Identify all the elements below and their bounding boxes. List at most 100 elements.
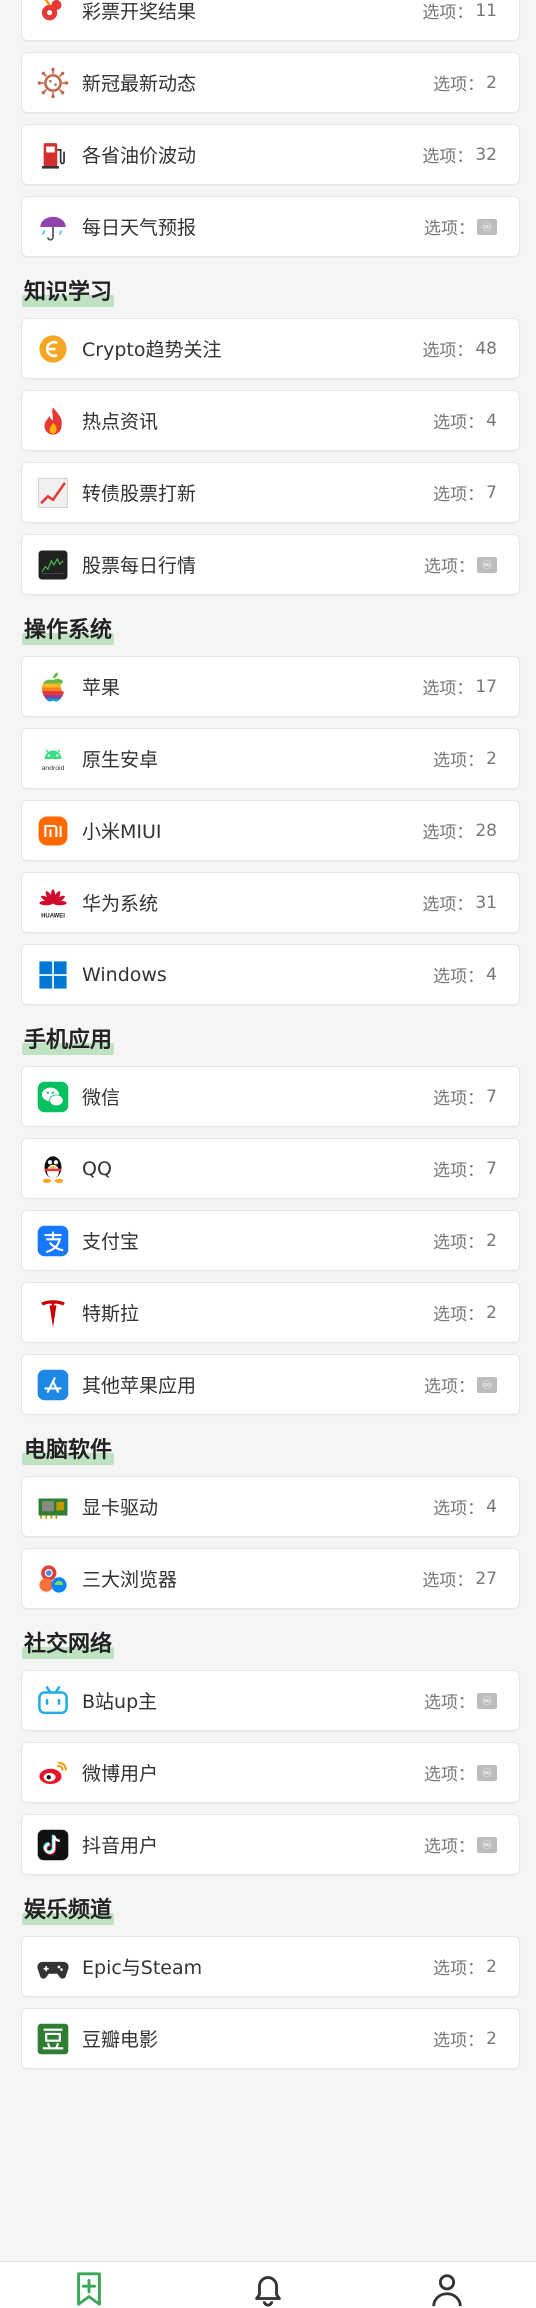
list-item[interactable]: 其他苹果应用 选项： ♾ bbox=[21, 1354, 520, 1415]
option-prefix: 选项： bbox=[433, 1305, 485, 1325]
option-prefix: 选项： bbox=[433, 751, 485, 771]
list-item[interactable]: 新冠最新动态 选项： 2 bbox=[21, 52, 520, 113]
list-item[interactable]: HUAWEI 华为系统 选项： 31 bbox=[21, 872, 520, 933]
option-count: 选项： 2 bbox=[433, 2026, 497, 2052]
section-header: 手机应用 bbox=[0, 1016, 536, 1066]
svg-text:android: android bbox=[42, 765, 65, 772]
option-count-value: 2 bbox=[486, 72, 497, 93]
list-item[interactable]: 小米MIUI 选项： 28 bbox=[21, 800, 520, 861]
list-item[interactable]: 彩票开奖结果 选项： 11 bbox=[21, 0, 520, 41]
miui-logo-icon bbox=[34, 812, 72, 850]
item-label: QQ bbox=[82, 1157, 112, 1180]
list-item[interactable]: 转债股票打新 选项： 7 bbox=[21, 462, 520, 523]
item-label: 苹果 bbox=[82, 677, 121, 699]
tab-profile[interactable] bbox=[417, 2262, 477, 2308]
list-item[interactable]: Windows 选项： 4 bbox=[21, 944, 520, 1005]
infinity-badge: ♾ bbox=[477, 1376, 497, 1393]
windows-logo-icon bbox=[34, 956, 72, 994]
list-item[interactable]: 微信 选项： 7 bbox=[21, 1066, 520, 1127]
section-title: 手机应用 bbox=[22, 1024, 115, 1058]
option-prefix: 选项： bbox=[433, 1233, 485, 1253]
alipay-logo-icon bbox=[34, 1222, 72, 1260]
option-prefix: 选项： bbox=[422, 895, 474, 915]
option-prefix: 选项： bbox=[433, 967, 485, 987]
fuel-pump-icon bbox=[34, 136, 72, 174]
option-count-value: 2 bbox=[486, 1230, 497, 1251]
list-item[interactable]: 每日天气预报 选项： ♾ bbox=[21, 196, 520, 257]
section-title: 操作系统 bbox=[22, 614, 115, 648]
option-count-value: 31 bbox=[475, 892, 497, 913]
option-count: 选项： 2 bbox=[433, 1300, 497, 1326]
option-count-value: 4 bbox=[486, 964, 497, 985]
list-item[interactable]: 显卡驱动 选项： 4 bbox=[21, 1476, 520, 1537]
list-item[interactable]: 苹果 选项： 17 bbox=[21, 656, 520, 717]
weather-umbrella-icon bbox=[34, 208, 72, 246]
subscription-list: 彩票开奖结果 选项： 11 新冠最新动态 选项： 2 各省油价波动 选项： 32 每日天气预报 选项… bbox=[0, 0, 536, 2080]
option-prefix: 选项： bbox=[433, 485, 485, 505]
wechat-logo-icon bbox=[34, 1078, 72, 1116]
douban-logo-icon bbox=[34, 2020, 72, 2058]
lottery-icon bbox=[34, 0, 72, 30]
item-label: 彩票开奖结果 bbox=[82, 1, 197, 23]
option-count: 选项： ♾ bbox=[424, 1372, 497, 1397]
option-prefix: 选项： bbox=[422, 823, 474, 843]
option-count: 选项： 7 bbox=[433, 1084, 497, 1110]
option-prefix: 选项： bbox=[424, 1765, 475, 1785]
list-item[interactable]: 三大浏览器 选项： 27 bbox=[21, 1548, 520, 1609]
section-title: 娱乐频道 bbox=[22, 1894, 115, 1928]
list-item[interactable]: Crypto趋势关注 选项： 48 bbox=[21, 318, 520, 379]
option-count: 选项： 4 bbox=[433, 408, 497, 434]
section-header: 社交网络 bbox=[0, 1620, 536, 1670]
option-prefix: 选项： bbox=[422, 1571, 474, 1591]
section-title: 社交网络 bbox=[22, 1628, 115, 1662]
option-prefix: 选项： bbox=[422, 679, 474, 699]
list-item[interactable]: 支付宝 选项： 2 bbox=[21, 1210, 520, 1271]
item-label: 小米MIUI bbox=[82, 821, 162, 843]
option-count: 选项： 48 bbox=[422, 336, 497, 362]
list-item[interactable]: 各省油价波动 选项： 32 bbox=[21, 124, 520, 185]
list-item[interactable]: 豆瓣电影 选项： 2 bbox=[21, 2008, 520, 2069]
option-count: 选项： 11 bbox=[422, 0, 497, 24]
list-item[interactable]: android 原生安卓 选项： 2 bbox=[21, 728, 520, 789]
item-label: 每日天气预报 bbox=[82, 217, 197, 239]
list-item[interactable]: QQ 选项： 7 bbox=[21, 1138, 520, 1199]
list-item[interactable]: 抖音用户 选项： ♾ bbox=[21, 1814, 520, 1875]
option-count-value: 28 bbox=[475, 820, 497, 841]
section-header: 知识学习 bbox=[0, 268, 536, 318]
item-label: 微信 bbox=[82, 1087, 121, 1109]
option-count-value: 2 bbox=[486, 1956, 497, 1977]
section-header: 娱乐频道 bbox=[0, 1886, 536, 1936]
option-count-value: 4 bbox=[486, 1496, 497, 1517]
tesla-logo-icon bbox=[34, 1294, 72, 1332]
trend-chart-icon bbox=[34, 474, 72, 512]
option-count: 选项： 27 bbox=[422, 1566, 497, 1592]
list-item[interactable]: Epic与Steam 选项： 2 bbox=[21, 1936, 520, 1997]
option-prefix: 选项： bbox=[422, 3, 474, 23]
option-count-value: 32 bbox=[475, 144, 497, 165]
tab-subscribe[interactable] bbox=[59, 2262, 119, 2308]
section-title: 电脑软件 bbox=[22, 1434, 115, 1468]
list-item[interactable]: 热点资讯 选项： 4 bbox=[21, 390, 520, 451]
option-prefix: 选项： bbox=[433, 1089, 485, 1109]
option-count: 选项： 2 bbox=[433, 70, 497, 96]
item-label: 显卡驱动 bbox=[82, 1497, 159, 1519]
browsers-icon bbox=[34, 1560, 72, 1598]
option-count-value: 17 bbox=[475, 676, 497, 697]
qq-logo-icon bbox=[34, 1150, 72, 1188]
option-count-value: 7 bbox=[486, 1086, 497, 1107]
option-prefix: 选项： bbox=[433, 1161, 485, 1181]
item-label: 豆瓣电影 bbox=[82, 2029, 159, 2051]
list-item[interactable]: 特斯拉 选项： 2 bbox=[21, 1282, 520, 1343]
item-label: Crypto趋势关注 bbox=[82, 339, 222, 361]
weibo-logo-icon bbox=[34, 1754, 72, 1792]
option-prefix: 选项： bbox=[422, 341, 474, 361]
android-logo-icon: android bbox=[34, 740, 72, 778]
apple-logo-icon bbox=[34, 668, 72, 706]
list-item[interactable]: B站up主 选项： ♾ bbox=[21, 1670, 520, 1731]
list-item[interactable]: 股票每日行情 选项： ♾ bbox=[21, 534, 520, 595]
option-prefix: 选项： bbox=[424, 1837, 475, 1857]
list-item[interactable]: 微博用户 选项： ♾ bbox=[21, 1742, 520, 1803]
option-count: 选项： 7 bbox=[433, 480, 497, 506]
bookmark-add-icon bbox=[77, 2272, 102, 2306]
tab-notifications[interactable] bbox=[238, 2262, 298, 2308]
